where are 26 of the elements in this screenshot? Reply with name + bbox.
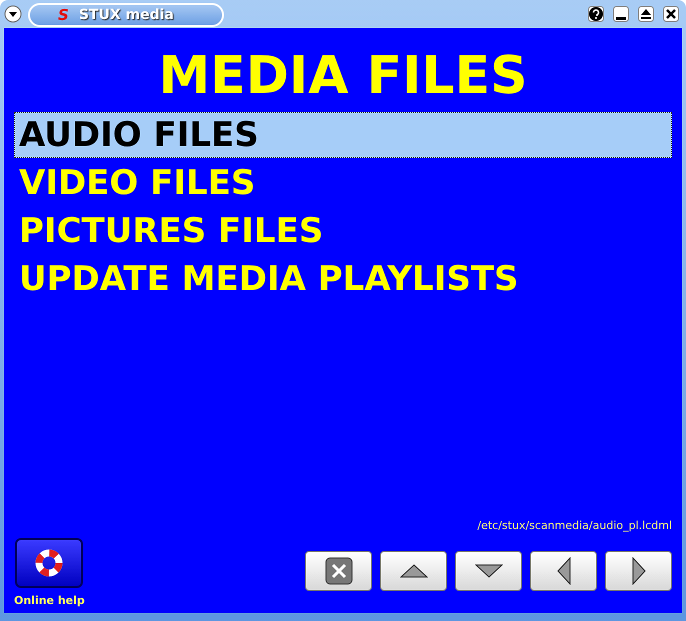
left-triangle-icon — [556, 557, 570, 585]
down-button[interactable] — [455, 551, 522, 591]
menu-item[interactable]: UPDATE MEDIA PLAYLISTS — [14, 256, 672, 302]
help-label: Online help — [14, 594, 85, 607]
close-button[interactable] — [305, 551, 372, 591]
window-menu-icon[interactable] — [4, 5, 22, 23]
menu-item[interactable]: AUDIO FILES — [14, 112, 672, 158]
help-button[interactable] — [15, 538, 84, 588]
page-heading: MEDIA FILES — [157, 46, 529, 106]
up-triangle-icon — [400, 564, 428, 578]
up-button[interactable] — [380, 551, 447, 591]
file-path: /etc/stux/scanmedia/audio_pl.lcdml — [477, 519, 672, 532]
lifebuoy-icon — [35, 549, 64, 577]
app-logo: S — [58, 6, 69, 24]
minimize-icon[interactable] — [613, 6, 629, 22]
menu-item[interactable]: PICTURES FILES — [14, 208, 672, 254]
menu-item[interactable]: VIDEO FILES — [14, 160, 672, 206]
right-triangle-icon — [632, 557, 646, 585]
window-title: STUX media — [78, 7, 174, 23]
close-icon[interactable] — [663, 6, 679, 22]
right-button[interactable] — [605, 551, 672, 591]
help-icon[interactable] — [588, 6, 604, 22]
left-button[interactable] — [530, 551, 597, 591]
maximize-icon[interactable] — [638, 6, 654, 22]
close-icon — [324, 557, 352, 585]
down-triangle-icon — [474, 564, 502, 578]
